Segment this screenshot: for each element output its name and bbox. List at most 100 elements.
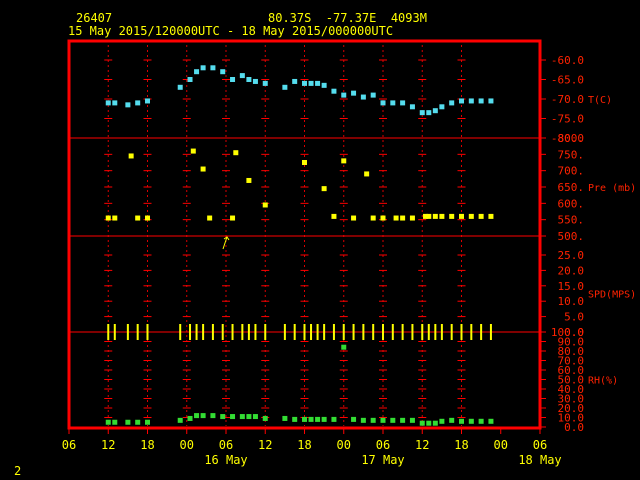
x-tick-label: 06 (62, 438, 76, 452)
x-tick-label: 00 (337, 438, 351, 452)
x-date-label: 17 May (361, 453, 404, 467)
humidity-point (230, 414, 236, 420)
y-tick-label: 600. (558, 197, 585, 210)
pressure-point (128, 153, 134, 159)
pressure-point (230, 215, 236, 221)
temperature-point (370, 92, 376, 98)
temperature-point (252, 78, 258, 84)
temperature-point (351, 90, 357, 96)
temperature-point (478, 98, 484, 104)
x-tick-label: 12 (415, 438, 429, 452)
pressure-point (321, 186, 327, 192)
humidity-point (135, 419, 141, 425)
temperature-point (200, 65, 206, 71)
humidity-point (262, 415, 268, 421)
pressure-point (380, 215, 386, 221)
x-tick-label: 00 (494, 438, 508, 452)
humidity-point (449, 417, 455, 423)
temperature-point (308, 80, 314, 86)
panel-label-pressure: Pre (mb) (588, 183, 636, 194)
humidity-point (210, 413, 216, 419)
x-tick-label: 06 (219, 438, 233, 452)
temperature-point (488, 98, 494, 104)
temperature-point (292, 78, 298, 84)
humidity-point (187, 415, 193, 421)
humidity-point (488, 418, 494, 424)
x-tick-label: 06 (376, 438, 390, 452)
pressure-point (370, 215, 376, 221)
x-date-label: 18 May (518, 453, 561, 467)
temperature-point (390, 100, 396, 106)
temperature-point (409, 104, 415, 110)
temperature-point (341, 92, 347, 98)
humidity-point (360, 417, 366, 423)
humidity-point (380, 417, 386, 423)
pressure-point (439, 213, 445, 219)
temperature-point (239, 73, 245, 79)
humidity-point (370, 417, 376, 423)
y-tick-label: 500. (558, 230, 585, 243)
temperature-point (419, 110, 425, 116)
humidity-point (439, 418, 445, 424)
x-tick-label: 12 (101, 438, 115, 452)
x-tick-label: 18 (140, 438, 154, 452)
humidity-point (125, 419, 131, 425)
humidity-point (351, 416, 357, 422)
humidity-point (194, 413, 200, 419)
temperature-point (432, 108, 438, 114)
humidity-point (321, 416, 327, 422)
pressure-point (105, 215, 111, 221)
humidity-point (145, 419, 150, 425)
humidity-point (239, 414, 245, 420)
pressure-point (400, 215, 406, 221)
humidity-point (112, 419, 118, 425)
humidity-point (302, 416, 307, 422)
y-tick-label: -60.0 (551, 54, 584, 67)
humidity-point (177, 417, 183, 423)
y-tick-label: -70.0 (551, 93, 584, 106)
temperature-point (302, 80, 307, 86)
meteogram-chart: -60.0-65.0-70.0-75.0-80.0T(C)800.750.700… (62, 39, 636, 467)
humidity-point (246, 414, 252, 420)
pressure-point (409, 215, 415, 221)
pressure-point (200, 166, 206, 172)
panel-label-temperature: T(C) (588, 95, 612, 106)
page-number: 2 (14, 464, 22, 478)
humidity-point (468, 418, 474, 424)
temperature-point (449, 100, 455, 106)
x-tick-label: 18 (454, 438, 468, 452)
pressure-point (459, 213, 464, 219)
x-tick-label: 00 (180, 438, 194, 452)
humidity-point (220, 414, 226, 420)
y-tick-label: 20.0 (558, 264, 585, 277)
humidity-point (331, 416, 337, 422)
y-tick-label: 5.0 (564, 311, 584, 324)
y-tick-label: -75.0 (551, 113, 584, 126)
pressure-point (262, 202, 268, 208)
temperature-point (459, 98, 464, 104)
temperature-point (105, 100, 111, 106)
y-tick-label: 15.0 (558, 280, 585, 293)
temperature-point (380, 100, 386, 106)
temperature-point (187, 77, 193, 82)
temperature-point (246, 77, 252, 82)
x-tick-label: 18 (297, 438, 311, 452)
pressure-point (246, 177, 252, 183)
humidity-point (409, 417, 415, 423)
pressure-point (207, 215, 213, 221)
humidity-point (292, 416, 298, 422)
temperature-point (468, 98, 474, 104)
temperature-point (177, 84, 183, 90)
temperature-point (194, 69, 200, 75)
x-tick-label: 06 (533, 438, 547, 452)
pressure-point (302, 160, 307, 165)
y-tick-label: 550. (558, 214, 585, 227)
pressure-point (364, 171, 370, 177)
y-tick-label: 10.0 (558, 295, 585, 308)
temperature-point (125, 102, 131, 108)
pressure-point (393, 215, 399, 221)
humidity-point (341, 344, 347, 350)
temperature-point (112, 100, 118, 106)
y-tick-label: 25.0 (558, 249, 585, 262)
y-tick-label: 800. (558, 132, 585, 145)
